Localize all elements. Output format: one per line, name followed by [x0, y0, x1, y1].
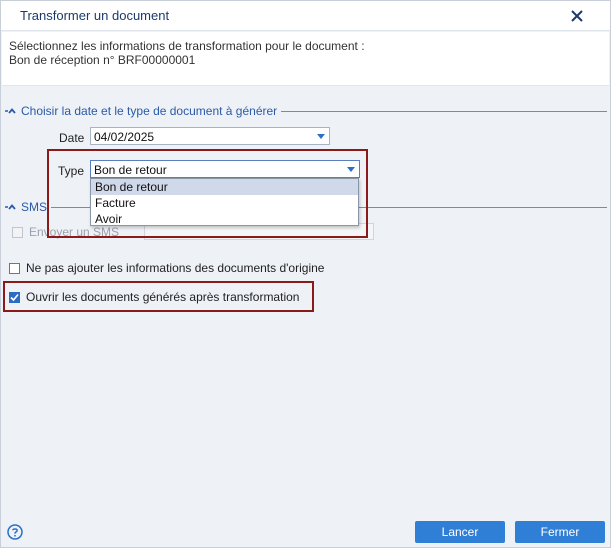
chevron-down-icon — [347, 167, 355, 172]
info-panel: Sélectionnez les informations de transfo… — [2, 32, 609, 86]
no-origin-info-label: Ne pas ajouter les informations des docu… — [26, 261, 325, 275]
close-icon — [571, 10, 583, 22]
send-sms-row: Envoyer un SMS — [12, 225, 119, 239]
type-dropdown-list: Bon de retour Facture Avoir — [90, 178, 359, 226]
close-dialog-button[interactable]: Fermer — [515, 521, 605, 543]
date-value: 04/02/2025 — [94, 130, 155, 144]
type-option-facture[interactable]: Facture — [91, 195, 358, 211]
section-title-sms: SMS — [21, 200, 48, 214]
transform-document-dialog: Transformer un document Sélectionnez les… — [0, 0, 611, 548]
open-generated-row: Ouvrir les documents générés après trans… — [9, 290, 299, 304]
no-origin-info-row: Ne pas ajouter les informations des docu… — [9, 261, 324, 275]
type-option-bon-de-retour[interactable]: Bon de retour — [91, 179, 358, 195]
date-picker[interactable]: 04/02/2025 — [90, 127, 330, 145]
collapse-caret-icon — [5, 108, 16, 114]
help-icon[interactable] — [7, 524, 23, 540]
open-generated-checkbox[interactable] — [9, 291, 20, 303]
collapse-caret-icon — [5, 204, 16, 210]
section-title-date-type: Choisir la date et le type de document à… — [21, 104, 278, 118]
send-sms-label: Envoyer un SMS — [29, 225, 120, 239]
launch-button[interactable]: Lancer — [415, 521, 505, 543]
type-select[interactable]: Bon de retour — [90, 160, 360, 178]
section-header-sms[interactable]: SMS — [5, 200, 52, 214]
checkmark-icon — [10, 293, 19, 301]
send-sms-checkbox[interactable] — [12, 226, 23, 238]
no-origin-info-checkbox[interactable] — [9, 262, 20, 274]
section-header-date-type[interactable]: Choisir la date et le type de document à… — [5, 104, 282, 118]
type-option-avoir[interactable]: Avoir — [91, 211, 358, 227]
dialog-title: Transformer un document — [20, 8, 170, 23]
close-button[interactable] — [566, 6, 588, 26]
info-line-1: Sélectionnez les informations de transfo… — [9, 39, 365, 53]
info-line-2: Bon de réception n° BRF00000001 — [9, 53, 196, 67]
type-label: Type — [58, 164, 85, 178]
date-label: Date — [59, 131, 85, 145]
open-generated-label: Ouvrir les documents générés après trans… — [26, 290, 300, 304]
chevron-down-icon — [317, 134, 325, 139]
type-value: Bon de retour — [94, 163, 167, 177]
title-bar: Transformer un document — [1, 1, 610, 31]
